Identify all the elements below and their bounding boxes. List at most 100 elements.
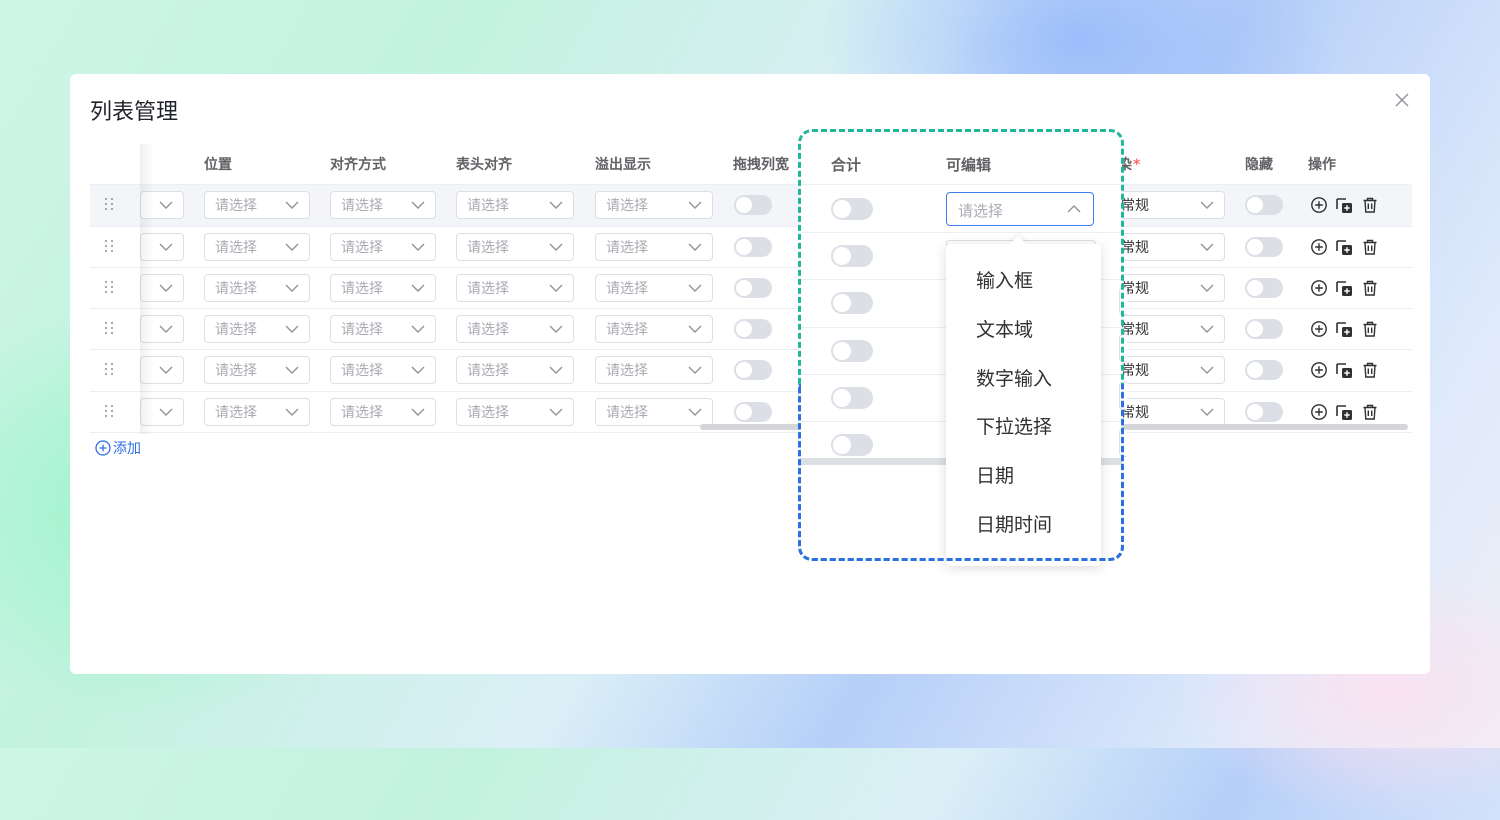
grip-icon[interactable] bbox=[104, 322, 114, 336]
align-select[interactable]: 请选择 bbox=[330, 233, 436, 261]
drag-width-switch[interactable] bbox=[734, 278, 772, 298]
hidden-switch[interactable] bbox=[1245, 278, 1283, 298]
hidden-switch[interactable] bbox=[1245, 195, 1283, 215]
drag-width-switch[interactable] bbox=[734, 195, 772, 215]
overflow-select[interactable]: 请选择 bbox=[595, 233, 713, 261]
hidden-switch[interactable] bbox=[1245, 360, 1283, 380]
col-header-hidden: 隐藏 bbox=[1245, 157, 1273, 173]
chevron-down-icon bbox=[159, 325, 173, 333]
copy-add-icon[interactable] bbox=[1335, 403, 1353, 421]
position-select[interactable]: 请选择 bbox=[204, 233, 310, 261]
align-select[interactable]: 请选择 bbox=[330, 191, 436, 219]
align-select[interactable]: 请选择 bbox=[330, 315, 436, 343]
render-select[interactable]: 常规 bbox=[1118, 191, 1225, 219]
col-header-align: 对齐方式 bbox=[330, 157, 386, 173]
drag-width-switch[interactable] bbox=[734, 237, 772, 257]
drag-width-switch[interactable] bbox=[734, 402, 772, 422]
render-select[interactable]: 常规 bbox=[1118, 398, 1225, 426]
overflow-select[interactable]: 请选择 bbox=[595, 398, 713, 426]
chevron-down-icon bbox=[1200, 408, 1214, 416]
chevron-down-icon bbox=[1200, 201, 1214, 209]
grip-icon[interactable] bbox=[104, 405, 114, 419]
header-align-select[interactable]: 请选择 bbox=[456, 356, 574, 384]
render-select[interactable]: 常规 bbox=[1118, 233, 1225, 261]
position-select[interactable]: 请选择 bbox=[204, 274, 310, 302]
chevron-down-icon bbox=[549, 201, 563, 209]
dialog-title: 列表管理 bbox=[90, 100, 179, 125]
hidden-switch[interactable] bbox=[1245, 319, 1283, 339]
header-align-select[interactable]: 请选择 bbox=[456, 191, 574, 219]
drag-width-switch[interactable] bbox=[734, 319, 772, 339]
chevron-down-icon bbox=[285, 243, 299, 251]
add-circle-icon[interactable] bbox=[1310, 320, 1328, 338]
chevron-down-icon bbox=[285, 366, 299, 374]
header-align-select[interactable]: 请选择 bbox=[456, 398, 574, 426]
align-select[interactable]: 请选择 bbox=[330, 398, 436, 426]
trash-icon[interactable] bbox=[1361, 238, 1379, 256]
hidden-switch[interactable] bbox=[1245, 237, 1283, 257]
trash-icon[interactable] bbox=[1361, 279, 1379, 297]
add-circle-icon[interactable] bbox=[1310, 238, 1328, 256]
chevron-down-icon bbox=[411, 408, 425, 416]
add-button[interactable]: 添加 bbox=[95, 438, 141, 458]
chevron-down-icon bbox=[1200, 243, 1214, 251]
header-align-select[interactable]: 请选择 bbox=[456, 274, 574, 302]
chevron-down-icon bbox=[688, 243, 702, 251]
add-circle-icon bbox=[95, 440, 111, 456]
grip-icon[interactable] bbox=[104, 363, 114, 377]
trash-icon[interactable] bbox=[1361, 361, 1379, 379]
chevron-down-icon bbox=[688, 366, 702, 374]
chevron-down-icon bbox=[411, 243, 425, 251]
drag-width-switch[interactable] bbox=[734, 360, 772, 380]
copy-add-icon[interactable] bbox=[1335, 279, 1353, 297]
add-circle-icon[interactable] bbox=[1310, 361, 1328, 379]
render-select[interactable]: 常规 bbox=[1118, 274, 1225, 302]
chevron-down-icon bbox=[285, 201, 299, 209]
chevron-down-icon bbox=[688, 201, 702, 209]
trash-icon[interactable] bbox=[1361, 403, 1379, 421]
chevron-down-icon bbox=[411, 284, 425, 292]
col-header-position: 位置 bbox=[204, 157, 232, 173]
chevron-down-icon bbox=[159, 284, 173, 292]
position-select[interactable]: 请选择 bbox=[204, 398, 310, 426]
col-header-drag-width: 拖拽列宽 bbox=[733, 157, 789, 173]
align-select[interactable]: 请选择 bbox=[330, 274, 436, 302]
copy-add-icon[interactable] bbox=[1335, 320, 1353, 338]
header-align-select[interactable]: 请选择 bbox=[456, 233, 574, 261]
trash-icon[interactable] bbox=[1361, 196, 1379, 214]
header-align-select[interactable]: 请选择 bbox=[456, 315, 574, 343]
add-circle-icon[interactable] bbox=[1310, 279, 1328, 297]
copy-add-icon[interactable] bbox=[1335, 196, 1353, 214]
chevron-down-icon bbox=[688, 408, 702, 416]
col-header-header-align: 表头对齐 bbox=[456, 157, 512, 173]
chevron-down-icon bbox=[411, 201, 425, 209]
render-select[interactable]: 常规 bbox=[1118, 356, 1225, 384]
close-icon[interactable] bbox=[1394, 92, 1410, 108]
overflow-select[interactable]: 请选择 bbox=[595, 356, 713, 384]
overflow-select[interactable]: 请选择 bbox=[595, 274, 713, 302]
overflow-select[interactable]: 请选择 bbox=[595, 191, 713, 219]
add-circle-icon[interactable] bbox=[1310, 196, 1328, 214]
chevron-down-icon bbox=[1200, 284, 1214, 292]
position-select[interactable]: 请选择 bbox=[204, 356, 310, 384]
grip-icon[interactable] bbox=[104, 281, 114, 295]
copy-add-icon[interactable] bbox=[1335, 238, 1353, 256]
chevron-down-icon bbox=[549, 325, 563, 333]
position-select[interactable]: 请选择 bbox=[204, 191, 310, 219]
position-select[interactable]: 请选择 bbox=[204, 315, 310, 343]
add-circle-icon[interactable] bbox=[1310, 403, 1328, 421]
chevron-down-icon bbox=[549, 408, 563, 416]
render-select[interactable]: 常规 bbox=[1118, 315, 1225, 343]
trash-icon[interactable] bbox=[1361, 320, 1379, 338]
grip-icon[interactable] bbox=[104, 198, 114, 212]
chevron-down-icon bbox=[411, 366, 425, 374]
grip-icon[interactable] bbox=[104, 240, 114, 254]
chevron-down-icon bbox=[1200, 366, 1214, 374]
overflow-select[interactable]: 请选择 bbox=[595, 315, 713, 343]
copy-add-icon[interactable] bbox=[1335, 361, 1353, 379]
align-select[interactable]: 请选择 bbox=[330, 356, 436, 384]
col-header-actions: 操作 bbox=[1308, 157, 1336, 173]
chevron-down-icon bbox=[159, 201, 173, 209]
chevron-down-icon bbox=[159, 366, 173, 374]
hidden-switch[interactable] bbox=[1245, 402, 1283, 422]
